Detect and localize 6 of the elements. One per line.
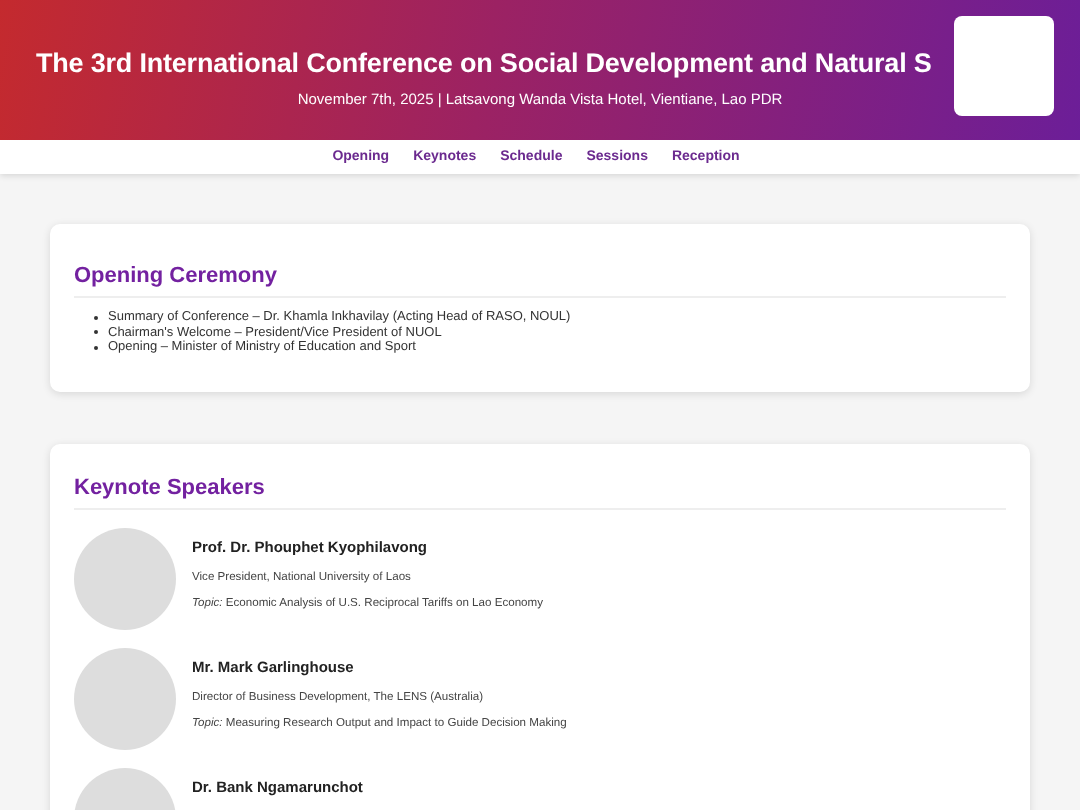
logo-placeholder — [954, 16, 1054, 116]
conference-title: The 3rd International Conference on Social Development and Natural S — [36, 46, 932, 78]
avatar-placeholder — [74, 527, 176, 629]
section-heading: Opening Ceremony — [74, 264, 1006, 298]
avatar-placeholder — [74, 647, 176, 749]
section-heading: Keynote Speakers — [74, 475, 1006, 509]
